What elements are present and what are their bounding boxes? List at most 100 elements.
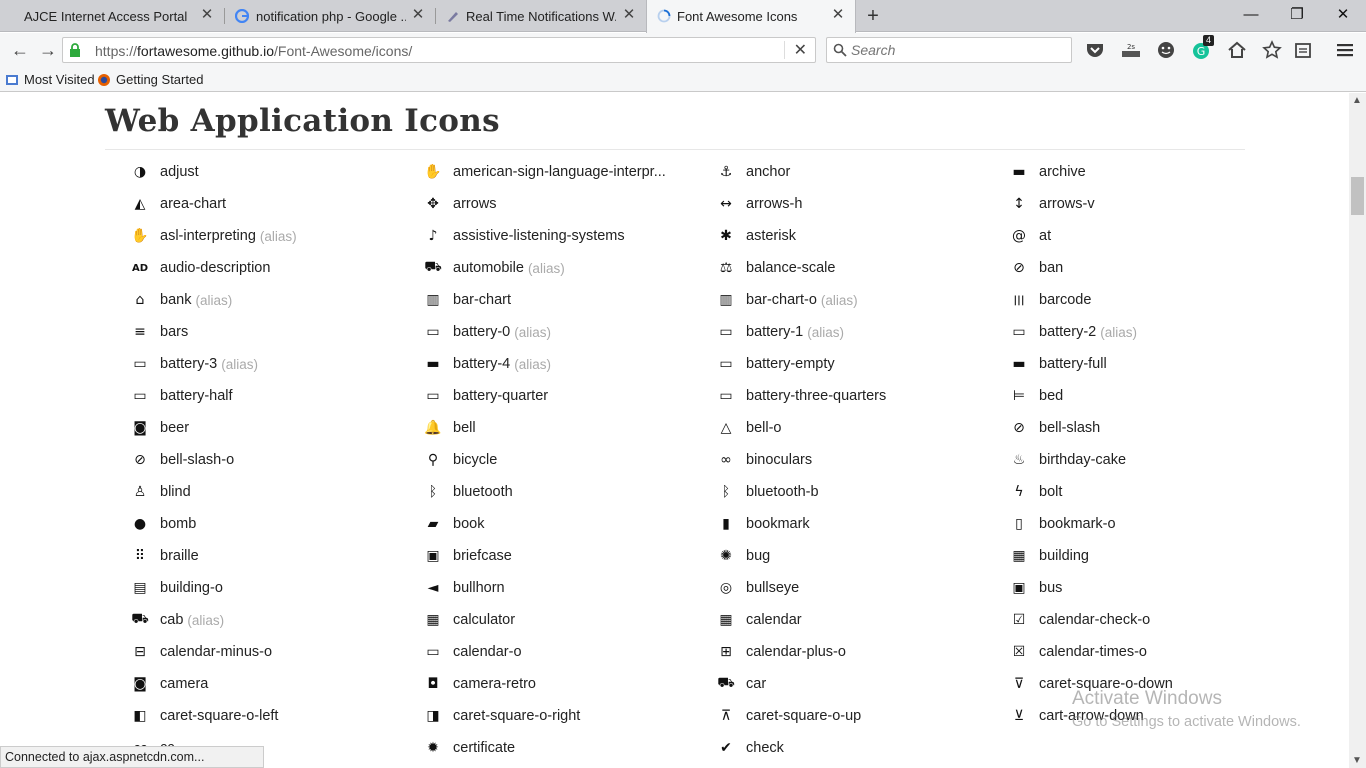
restore-button[interactable]: ❐ [1274, 0, 1320, 30]
icon-item[interactable]: ⊘ bell-slash-o [125, 444, 418, 476]
icon-item[interactable]: ◎ bullseye [711, 572, 1004, 604]
icon-item[interactable]: ▭ battery-quarter [418, 380, 711, 412]
icon-item[interactable]: ▥ bar-chart [418, 284, 711, 316]
icon-item[interactable]: ⠿ braille [125, 540, 418, 572]
icon-item[interactable]: ⚖ balance-scale [711, 252, 1004, 284]
reading-list-icon[interactable] [1292, 39, 1314, 61]
icon-item[interactable]: ▦ building [1004, 540, 1297, 572]
icon-item[interactable]: ⊞ calendar-plus-o [711, 636, 1004, 668]
icon-item[interactable]: ☒ calendar-times-o [1004, 636, 1297, 668]
icon-item[interactable]: ◄ bullhorn [418, 572, 711, 604]
icon-item[interactable]: ▣ briefcase [418, 540, 711, 572]
icon-item[interactable]: ◑ adjust [125, 156, 418, 188]
icon-item[interactable]: ▭ battery-2 (alias) [1004, 316, 1297, 348]
icon-item[interactable]: ▭ battery-1 (alias) [711, 316, 1004, 348]
chat-icon[interactable] [1155, 39, 1177, 61]
address-bar[interactable]: https://fortawesome.github.io/Font-Aweso… [62, 37, 816, 63]
icon-item[interactable]: ♙ blind [125, 476, 418, 508]
icon-item[interactable]: ▭ battery-3 (alias) [125, 348, 418, 380]
search-input[interactable] [851, 41, 1061, 59]
icon-item[interactable]: ▦ calendar [711, 604, 1004, 636]
new-tab-button[interactable]: + [862, 5, 884, 27]
icon-item[interactable]: ◭ area-chart [125, 188, 418, 220]
icon-item[interactable]: ◙ camera [125, 668, 418, 700]
icon-item[interactable]: ▥ bar-chart-o (alias) [711, 284, 1004, 316]
icon-item[interactable]: ▯ bookmark-o [1004, 508, 1297, 540]
icon-item[interactable]: ᛒ bluetooth-b [711, 476, 1004, 508]
icon-item[interactable]: ⛟ automobile (alias) [418, 252, 711, 284]
icon-item[interactable]: AD audio-description [125, 252, 418, 284]
vertical-scrollbar[interactable]: ▲ ▼ [1349, 93, 1366, 768]
icon-item[interactable]: ◘ camera-retro [418, 668, 711, 700]
icon-item[interactable]: ⊟ calendar-minus-o [125, 636, 418, 668]
close-tab-icon[interactable]: ✕ [622, 7, 636, 22]
bookmark-most-visited[interactable]: Most Visited [5, 72, 95, 87]
grammarly-button[interactable]: G 4 [1190, 35, 1215, 61]
icon-item[interactable]: ∞ binoculars [711, 444, 1004, 476]
close-window-button[interactable]: ✕ [1320, 0, 1366, 30]
icon-item[interactable]: 🔔 bell [418, 412, 711, 444]
icon-item[interactable]: ✺ bug [711, 540, 1004, 572]
icon-item[interactable]: ☑ calendar-check-o [1004, 604, 1297, 636]
close-tab-icon[interactable]: ✕ [200, 7, 214, 22]
icon-item[interactable]: ↔ arrows-h [711, 188, 1004, 220]
extension-counter-icon[interactable]: 2s [1120, 39, 1142, 61]
icon-item[interactable]: ⛟ cab (alias) [125, 604, 418, 636]
icon-item[interactable]: ▭ battery-half [125, 380, 418, 412]
icon-item[interactable]: ♪ assistive-listening-systems [418, 220, 711, 252]
icon-item[interactable]: ▦ calculator [418, 604, 711, 636]
icon-item[interactable]: ≡ bars [125, 316, 418, 348]
scrollbar-thumb[interactable] [1351, 177, 1364, 215]
search-bar[interactable] [826, 37, 1072, 63]
icon-item[interactable]: ▭ battery-three-quarters [711, 380, 1004, 412]
icon-item[interactable]: ⚓ anchor [711, 156, 1004, 188]
icon-item[interactable]: ▣ bus [1004, 572, 1297, 604]
close-tab-icon[interactable]: ✕ [411, 7, 425, 22]
icon-item[interactable]: ⊼ caret-square-o-up [711, 700, 1004, 732]
tab-notification-php[interactable]: notification php - Google ... ✕ [225, 0, 435, 32]
icon-item[interactable]: ⌂ bank (alias) [125, 284, 418, 316]
scroll-up-icon[interactable]: ▲ [1352, 95, 1362, 106]
icon-item[interactable]: ||| barcode [1004, 284, 1297, 316]
icon-item[interactable]: ✥ arrows [418, 188, 711, 220]
icon-item[interactable]: ▭ calendar-o [418, 636, 711, 668]
icon-item[interactable]: ▬ battery-full [1004, 348, 1297, 380]
icon-item[interactable]: ⚲ bicycle [418, 444, 711, 476]
icon-item[interactable]: ✔ check [711, 732, 1004, 764]
icon-item[interactable]: ⛟ car [711, 668, 1004, 700]
icon-item[interactable]: △ bell-o [711, 412, 1004, 444]
icon-item[interactable]: ⊘ bell-slash [1004, 412, 1297, 444]
icon-item[interactable]: ♨ birthday-cake [1004, 444, 1297, 476]
icon-item[interactable]: ◙ beer [125, 412, 418, 444]
icon-item[interactable]: ✋ asl-interpreting (alias) [125, 220, 418, 252]
bookmark-star-icon[interactable] [1261, 39, 1283, 61]
hamburger-menu-icon[interactable] [1334, 39, 1356, 61]
icon-item[interactable]: @ at [1004, 220, 1297, 252]
tab-ajce-portal[interactable]: AJCE Internet Access Portal ✕ [0, 0, 224, 32]
minimize-button[interactable]: — [1228, 0, 1274, 30]
back-button[interactable]: ← [8, 38, 32, 62]
icon-item[interactable]: ✱ asterisk [711, 220, 1004, 252]
url-text[interactable]: https://fortawesome.github.io/Font-Aweso… [95, 43, 412, 59]
icon-item[interactable]: ↕ arrows-v [1004, 188, 1297, 220]
pocket-icon[interactable] [1084, 39, 1106, 61]
forward-button[interactable]: → [36, 38, 60, 62]
clear-url-icon[interactable]: ✕ [794, 40, 807, 60]
icon-item[interactable]: ▰ book [418, 508, 711, 540]
close-tab-icon[interactable]: ✕ [831, 7, 845, 22]
bookmark-getting-started[interactable]: Getting Started [97, 72, 203, 87]
icon-item[interactable]: ▮ bookmark [711, 508, 1004, 540]
tab-font-awesome[interactable]: Font Awesome Icons ✕ [646, 0, 856, 33]
icon-item[interactable]: ᛒ bluetooth [418, 476, 711, 508]
icon-item[interactable]: ◨ caret-square-o-right [418, 700, 711, 732]
icon-item[interactable]: ✋ american-sign-language-interpr... [418, 156, 711, 188]
icon-item[interactable]: ⊘ ban [1004, 252, 1297, 284]
tab-real-time-notifications[interactable]: Real Time Notifications W... ✕ [436, 0, 646, 32]
icon-item[interactable]: ▬ archive [1004, 156, 1297, 188]
scroll-down-icon[interactable]: ▼ [1352, 755, 1362, 766]
icon-item[interactable]: ▤ building-o [125, 572, 418, 604]
icon-item[interactable]: ◧ caret-square-o-left [125, 700, 418, 732]
icon-item[interactable]: ϟ bolt [1004, 476, 1297, 508]
home-icon[interactable] [1226, 39, 1248, 61]
icon-item[interactable]: ▭ battery-0 (alias) [418, 316, 711, 348]
